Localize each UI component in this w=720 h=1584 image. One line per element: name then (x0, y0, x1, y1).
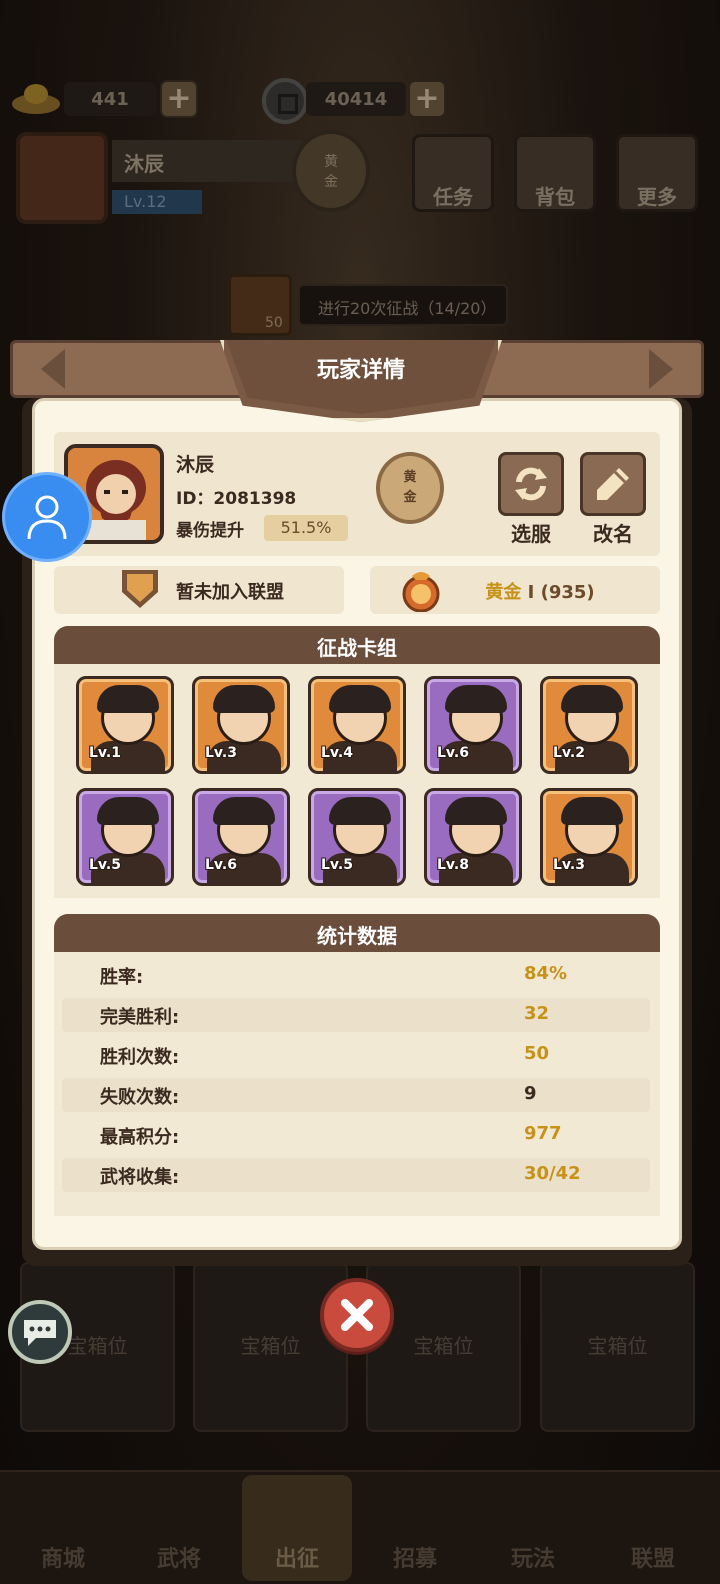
rename-label: 改名 (593, 522, 633, 546)
rank-char-1: 黄 (403, 470, 417, 485)
hero-level: Lv.6 (205, 857, 237, 873)
stat-value: 32 (524, 1003, 550, 1024)
refresh-icon (515, 467, 547, 501)
stat-label: 失败次数: (100, 1087, 180, 1108)
hero-card[interactable]: Lv.5 (76, 788, 174, 886)
chat-bubble-icon (24, 1320, 56, 1346)
stat-label: 胜利次数: (100, 1047, 180, 1068)
hero-level: Lv.5 (321, 857, 353, 873)
alliance-status: 暂未加入联盟 (176, 582, 284, 603)
deck-header: 征战卡组 (54, 626, 660, 664)
stat-label: 胜率: (100, 967, 144, 988)
chat-button[interactable] (8, 1300, 72, 1364)
hero-hair (329, 797, 391, 825)
hero-hair (445, 797, 507, 825)
stat-label: 最高积分: (100, 1127, 180, 1148)
pencil-icon (597, 468, 629, 500)
hero-level: Lv.2 (553, 745, 585, 761)
hero-hair (97, 797, 159, 825)
hero-card[interactable]: Lv.2 (540, 676, 638, 774)
stat-row: 最高积分: 977 (62, 1118, 650, 1152)
hero-hair (213, 685, 275, 713)
rank-char-2: 金 (403, 490, 417, 505)
rank-tier-text: 黄金 Ⅰ (935) (370, 578, 710, 604)
stat-row: 失败次数: 9 (62, 1078, 650, 1112)
stat-value: 977 (524, 1123, 562, 1144)
hero-level: Lv.5 (89, 857, 121, 873)
select-server-label: 选服 (511, 522, 551, 546)
stat-row: 完美胜利: 32 (62, 998, 650, 1032)
stat-value: 9 (524, 1083, 537, 1104)
player-name: 沐辰 (176, 454, 215, 476)
rank-badge: 黄 金 (376, 452, 444, 524)
user-icon (27, 495, 67, 540)
hero-hair (561, 797, 623, 825)
hero-card[interactable]: Lv.5 (308, 788, 406, 886)
rename-button[interactable] (580, 452, 646, 516)
hero-hair (213, 797, 275, 825)
hero-hair (97, 685, 159, 713)
stat-row: 胜利次数: 50 (62, 1038, 650, 1072)
hero-hair (561, 685, 623, 713)
close-button[interactable] (320, 1278, 394, 1352)
stat-value: 50 (524, 1043, 550, 1064)
stat-label: 完美胜利: (100, 1007, 180, 1028)
stats-header: 统计数据 (54, 914, 660, 952)
select-server-button[interactable] (498, 452, 564, 516)
close-icon (341, 1299, 373, 1331)
hero-card[interactable]: Lv.8 (424, 788, 522, 886)
hero-card[interactable]: Lv.3 (192, 676, 290, 774)
stat-row: 武将收集: 30/42 (62, 1158, 650, 1192)
modal-title: 玩家详情 (316, 358, 405, 383)
hero-level: Lv.3 (553, 857, 585, 873)
hero-card[interactable]: Lv.6 (192, 788, 290, 886)
stat-value: 30/42 (524, 1163, 581, 1184)
hero-card[interactable]: Lv.1 (76, 676, 174, 774)
hero-hair (445, 685, 507, 713)
hero-level: Lv.4 (321, 745, 353, 761)
crit-value: 51.5% (264, 515, 348, 541)
hero-hair (329, 685, 391, 713)
player-id: ID：2081398 (176, 489, 297, 509)
stat-row: 胜率: 84% (62, 958, 650, 992)
stat-value: 84% (524, 963, 568, 984)
crit-label: 暴伤提升 (176, 521, 244, 541)
hero-card[interactable]: Lv.4 (308, 676, 406, 774)
hero-level: Lv.3 (205, 745, 237, 761)
alliance-shield-icon (122, 570, 158, 608)
rank-tier-name: 黄金 (485, 582, 522, 603)
floating-user-button[interactable] (2, 472, 92, 562)
rank-tier-detail: Ⅰ (935) (521, 582, 595, 603)
hero-level: Lv.6 (437, 745, 469, 761)
hero-card[interactable]: Lv.6 (424, 676, 522, 774)
hero-level: Lv.8 (437, 857, 469, 873)
hero-level: Lv.1 (89, 745, 121, 761)
stat-label: 武将收集: (100, 1167, 180, 1188)
hero-card[interactable]: Lv.3 (540, 788, 638, 886)
